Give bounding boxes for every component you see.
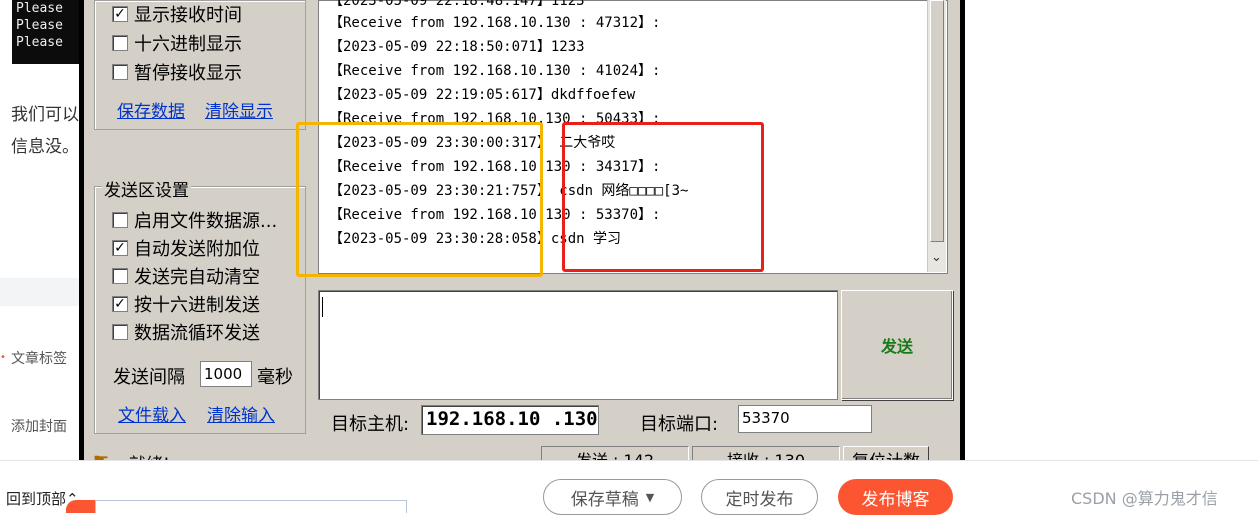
option-loop-send[interactable]: 数据流循环发送 [112,318,302,346]
recv-options: ✓ 显示接收时间 十六进制显示 暂停接收显示 [112,0,302,86]
tag-label: 文章标签 [11,351,67,367]
checkbox[interactable] [112,212,128,228]
schedule-button[interactable]: 定时发布 [701,479,818,515]
send-button[interactable]: 发送 [841,290,953,400]
checkbox[interactable]: ✓ [112,296,128,312]
interval-unit: 毫秒 [257,367,293,388]
recv-line: 【Receive from 192.168.10.130 : 47312】: [329,15,661,31]
clear-input-link[interactable]: 清除输入 [207,401,275,426]
send-options: 启用文件数据源... ✓ 自动发送附加位 发送完自动清空 ✓ 按十六进制发送 数据流… [112,206,302,346]
option-label: 数据流循环发送 [134,323,260,344]
save-data-link[interactable]: 保存数据 [117,97,185,122]
option-auto-append[interactable]: ✓ 自动发送附加位 [112,234,302,262]
target-port-label: 目标端口: [640,414,719,435]
caret-down-icon: ▼ [645,490,655,504]
option-auto-clear[interactable]: 发送完自动清空 [112,262,302,290]
required-dot-icon: • [0,352,6,363]
load-file-link[interactable]: 文件载入 [118,401,186,426]
option-pause-recv[interactable]: 暂停接收显示 [112,58,302,86]
terminal-line: Please [16,1,63,16]
interval-label: 发送间隔 [113,367,185,388]
option-hex-display[interactable]: 十六进制显示 [112,29,302,57]
save-draft-label: 保存草稿 [570,489,639,510]
clear-display-link[interactable]: 清除显示 [205,97,273,122]
terminal-line: Please [16,35,63,50]
target-host-input[interactable]: 192.168.10 .130 [421,405,599,435]
save-draft-button[interactable]: 保存草稿 ▼ [543,479,682,515]
send-input[interactable] [318,290,838,400]
option-label: 十六进制显示 [134,34,242,55]
option-label: 按十六进制发送 [134,295,260,316]
option-show-recv-time[interactable]: ✓ 显示接收时间 [112,0,302,28]
publish-button[interactable]: 发布博客 [838,479,953,515]
watermark: CSDN @算力鬼才信 [1071,489,1218,508]
option-label: 启用文件数据源... [134,211,278,232]
interval-input[interactable]: 1000 [200,361,252,387]
target-host-label: 目标主机: [331,414,410,435]
recv-scrollbar[interactable]: ⌄ [927,0,946,272]
text-caret [322,297,323,317]
back-to-top-label: 回到顶部 [6,490,67,508]
target-port-input[interactable]: 53370 [738,405,872,433]
checkbox[interactable] [112,35,128,51]
recv-line: 【2023-05-09 22:18:50:071】1233 [329,39,585,55]
checkbox[interactable] [112,324,128,340]
option-label: 暂停接收显示 [134,63,242,84]
send-group-title: 发送区设置 [102,176,191,201]
highlight-box-yellow [296,122,543,277]
checkbox[interactable] [112,268,128,284]
highlight-box-red [562,122,764,272]
option-label: 发送完自动清空 [134,267,260,288]
terminal-line: Please [16,18,63,33]
terminal-snippet: Please Please Please [12,0,80,64]
checkbox[interactable] [112,64,128,80]
scroll-thumb[interactable] [930,0,944,242]
page-band [0,278,80,306]
article-text-2: 信息没。 [11,137,79,157]
article-text-1: 我们可以 [11,105,79,125]
checkbox[interactable]: ✓ [112,240,128,256]
checkbox[interactable]: ✓ [112,6,128,22]
option-hex-send[interactable]: ✓ 按十六进制发送 [112,290,302,318]
scroll-down-icon[interactable]: ⌄ [931,250,942,265]
option-label: 显示接收时间 [134,5,242,26]
recv-line: 【2023-05-09 22:19:05:617】dkdffoefew [329,87,636,103]
recv-line: 【Receive from 192.168.10.130 : 41024】: [329,63,661,79]
option-file-source[interactable]: 启用文件数据源... [112,206,302,234]
cover-label: 添加封面 [11,419,67,435]
toolbar-strip [95,500,407,513]
option-label: 自动发送附加位 [134,239,260,260]
